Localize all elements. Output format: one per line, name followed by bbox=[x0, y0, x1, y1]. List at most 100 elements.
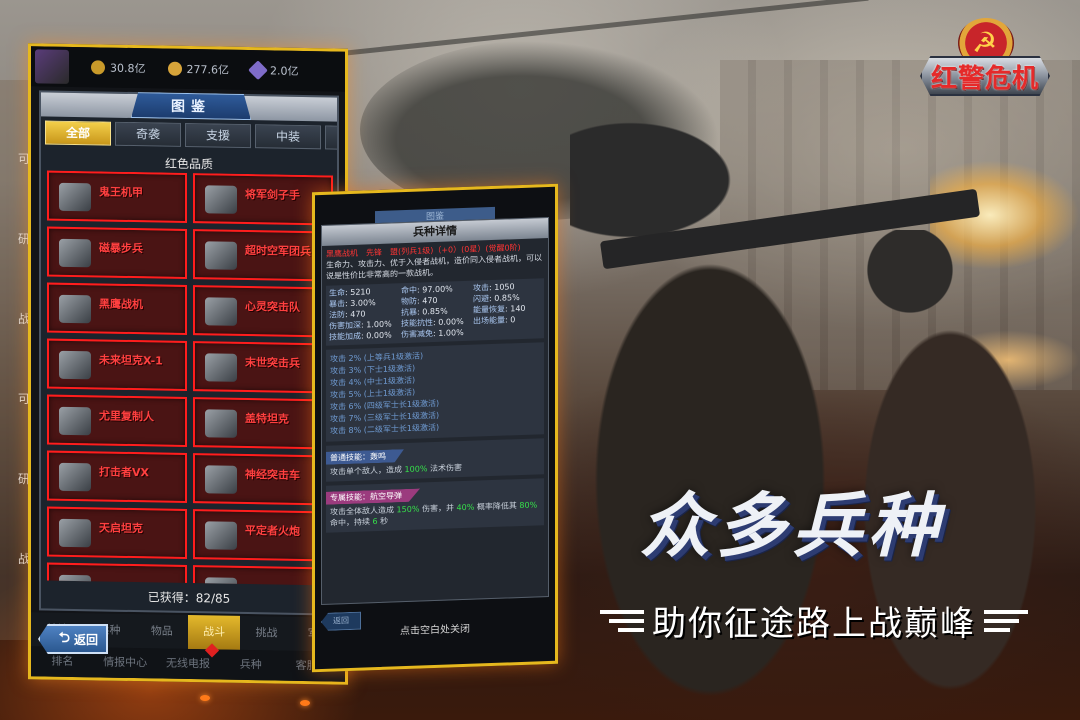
skill-text-part: 攻击全体敌人造成 bbox=[330, 505, 397, 517]
unit-name: 黑鹰战机 bbox=[99, 297, 143, 312]
resource-bar: 30.8亿 277.6亿 2.0亿 bbox=[31, 46, 345, 92]
stat-value: 5210 bbox=[350, 287, 371, 297]
unit-detail-window: 兵种详情 黑鹰战机 先锋 盟(列兵1级)（+0）(0星）(觉醒0阶) 生命力、攻… bbox=[321, 217, 549, 605]
stat-label: 技能抗性 bbox=[401, 318, 433, 329]
unit-card[interactable]: 天启坦克 bbox=[47, 506, 187, 559]
unit-card[interactable]: 磁暴步兵 bbox=[47, 226, 187, 279]
nav-challenge[interactable]: 挑战 bbox=[240, 616, 292, 651]
game-logo: ☭ 红警危机 bbox=[920, 18, 1050, 106]
unit-name: 打击者VX bbox=[99, 465, 149, 480]
stat-label: 命中 bbox=[401, 285, 417, 296]
unit-name: 尤里复制人 bbox=[99, 409, 154, 424]
slogan-headline: 众多兵种 bbox=[640, 485, 944, 567]
stat-label: 物防 bbox=[401, 296, 417, 307]
resource-gold: 277.6亿 bbox=[167, 61, 230, 78]
stat-label: 闪避 bbox=[473, 294, 489, 304]
unit-sprite-icon bbox=[205, 521, 237, 550]
unit-sprite-icon bbox=[205, 577, 237, 586]
category-tabs: 全部 奇袭 支援 中装 先 bbox=[45, 120, 337, 152]
stat-value: 97.00% bbox=[422, 284, 453, 295]
stat-label: 抗暴 bbox=[401, 307, 417, 318]
resource-value: 30.8亿 bbox=[110, 61, 146, 76]
special-skill: 专属技能：航空导弹 攻击全体敌人造成 150% 伤害，并 40% 概率降低其 8… bbox=[326, 478, 544, 533]
window-title: 图鉴 bbox=[131, 92, 251, 120]
stat-value: 0.85% bbox=[422, 306, 448, 317]
back-label: 返回 bbox=[73, 632, 98, 647]
unit-card[interactable]: 未来坦克X-1 bbox=[47, 338, 187, 391]
stat-item: 技能加成: 0.00% bbox=[329, 330, 392, 342]
stat-label: 伤害加深 bbox=[329, 320, 361, 331]
tab-raid[interactable]: 奇袭 bbox=[115, 121, 181, 147]
tab-vanguard[interactable]: 先 bbox=[325, 125, 337, 151]
nav-unit-types[interactable]: 兵种 bbox=[219, 650, 282, 681]
ember bbox=[200, 695, 210, 701]
player-avatar[interactable] bbox=[35, 49, 69, 84]
slogan-subtitle: 助你征途路上战巅峰 bbox=[652, 604, 976, 644]
obtained-label: 已获得： bbox=[147, 590, 196, 606]
unit-sprite-icon bbox=[59, 238, 91, 268]
stat-value: 140 bbox=[510, 303, 526, 314]
encyclopedia-phone-screen: 30.8亿 277.6亿 2.0亿 图鉴 全部 奇袭 支援 中装 先 红色品质 … bbox=[28, 43, 348, 685]
wing-left-icon bbox=[600, 609, 644, 632]
unit-sprite-icon bbox=[205, 241, 237, 270]
skill-text-part: 命中，持续 bbox=[330, 517, 373, 528]
stat-label: 法防 bbox=[329, 310, 345, 320]
return-arrow-icon: ⮌ bbox=[58, 630, 70, 646]
unit-sprite-icon bbox=[205, 409, 237, 438]
tab-medium-armor[interactable]: 中装 bbox=[255, 124, 321, 150]
unit-detail-phone-screen: 图鉴 兵种详情 黑鹰战机 先锋 盟(列兵1级)（+0）(0星）(觉醒0阶) 生命… bbox=[312, 183, 558, 673]
unit-card[interactable]: 鬼王机甲 bbox=[47, 170, 187, 223]
stat-label: 出场能量 bbox=[473, 315, 505, 326]
stat-value: 0.00% bbox=[438, 316, 464, 327]
rank-medal-icon bbox=[91, 60, 105, 75]
skill-value: 40% bbox=[456, 502, 475, 513]
skill-text-part: 伤害，并 bbox=[419, 503, 457, 514]
unit-sprite-icon bbox=[59, 574, 91, 586]
stat-value: 3.00% bbox=[350, 298, 376, 308]
resource-value: 2.0亿 bbox=[270, 64, 299, 78]
tab-support[interactable]: 支援 bbox=[185, 122, 251, 149]
normal-skill-tag: 普通技能：轰鸣 bbox=[326, 449, 404, 465]
unit-name: 鬼王机甲 bbox=[99, 185, 143, 200]
stat-value: 0 bbox=[510, 315, 516, 325]
nav-radio-label: 无线电报 bbox=[165, 656, 210, 671]
nav-items[interactable]: 物品 bbox=[136, 614, 188, 649]
stat-item: 伤害减免: 1.00% bbox=[401, 327, 464, 340]
unit-card[interactable]: 黑鹰战机 bbox=[47, 282, 187, 335]
unit-name: 未来坦克X-1 bbox=[99, 353, 163, 368]
obtained-value: 82/85 bbox=[195, 591, 231, 606]
stat-value: 0.00% bbox=[366, 330, 392, 341]
skill-text-part: 秒 bbox=[377, 516, 389, 527]
stat-label: 生命 bbox=[329, 288, 345, 298]
obtained-count: 已获得：82/85 bbox=[41, 586, 337, 608]
stat-label: 暴击 bbox=[329, 299, 345, 309]
unit-name bbox=[99, 575, 181, 576]
back-button[interactable]: ⮌ 返回 bbox=[38, 624, 108, 654]
nav-radio[interactable]: 无线电报 bbox=[157, 643, 220, 679]
unit-sprite-icon bbox=[59, 462, 91, 492]
unit-card[interactable]: 打击者VX bbox=[47, 450, 187, 503]
skill-text-part: 概率降低其 bbox=[474, 501, 520, 512]
encyclopedia-window: 图鉴 全部 奇袭 支援 中装 先 红色品质 鬼王机甲 将军剑子手 磁暴步兵 超时… bbox=[39, 90, 339, 616]
unit-sprite-icon bbox=[205, 353, 237, 382]
unit-grid: 鬼王机甲 将军剑子手 磁暴步兵 超时空军团兵 黑鹰战机 心灵突击队 未来坦克X-… bbox=[47, 170, 333, 586]
stat-value: 470 bbox=[422, 295, 438, 306]
unit-sprite-icon bbox=[205, 185, 237, 214]
gem-icon bbox=[248, 60, 268, 81]
tab-all[interactable]: 全部 bbox=[45, 120, 111, 146]
side-ghost-list: 可 研 战 可 研 战 bbox=[0, 80, 30, 640]
unit-card[interactable] bbox=[47, 562, 187, 586]
resource-value: 277.6亿 bbox=[186, 62, 230, 77]
wing-right-icon bbox=[984, 609, 1028, 632]
unit-name: 磁暴步兵 bbox=[99, 241, 143, 256]
unit-sprite-icon bbox=[205, 465, 237, 494]
stat-value: 1050 bbox=[494, 282, 515, 292]
skill-value: 80% bbox=[519, 500, 538, 511]
unit-card[interactable]: 尤里复制人 bbox=[47, 394, 187, 447]
unit-sprite-icon bbox=[59, 350, 91, 380]
stat-item: 出场能量: 0 bbox=[473, 315, 516, 326]
unit-name: 天启坦克 bbox=[99, 521, 143, 536]
normal-skill: 普通技能：轰鸣 攻击单个敌人，造成 100% 法术伤害 bbox=[326, 438, 544, 482]
stat-label: 技能加成 bbox=[329, 331, 361, 342]
skill-value: 100% bbox=[404, 464, 428, 475]
